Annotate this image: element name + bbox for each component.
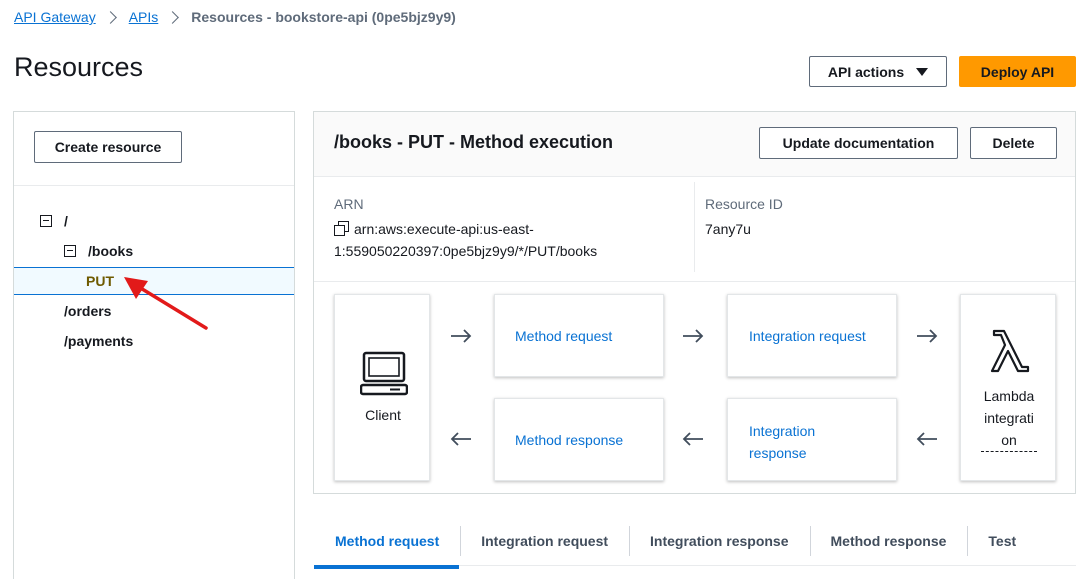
annotation-arrow-icon — [124, 277, 208, 330]
breadcrumb-current: Resources - bookstore-api (0pe5bjz9y9) — [191, 9, 456, 25]
chevron-right-icon — [166, 10, 180, 24]
tree-item-label: /orders — [64, 303, 112, 319]
method-response-card[interactable]: Method response — [494, 398, 664, 481]
caret-down-icon — [916, 67, 929, 76]
deploy-api-button[interactable]: Deploy API — [959, 56, 1076, 87]
client-label: Client — [365, 407, 401, 423]
tab-integration-request[interactable]: Integration request — [460, 523, 629, 559]
arn-value: arn:aws:execute-api:us-east- 1:559050220… — [334, 221, 598, 259]
arrow-left-icon — [450, 432, 471, 446]
copy-icon[interactable] — [334, 221, 349, 236]
arrow-right-icon — [917, 329, 938, 343]
method-response-link[interactable]: Method response — [515, 432, 623, 448]
arn-label: ARN — [334, 196, 364, 212]
divider — [694, 182, 695, 272]
method-tabs: Method request Integration request Integ… — [314, 523, 1037, 569]
collapse-icon[interactable] — [40, 215, 52, 227]
tree-item-label: /books — [88, 243, 134, 259]
method-execution-header: /books - PUT - Method execution Update d… — [314, 112, 1075, 177]
tab-method-response[interactable]: Method response — [809, 523, 968, 559]
update-documentation-button[interactable]: Update documentation — [759, 127, 958, 159]
tree-item-root[interactable]: / — [14, 207, 294, 235]
method-execution-panel: /books - PUT - Method execution Update d… — [313, 111, 1076, 494]
active-tab-indicator — [314, 565, 459, 569]
tab-test[interactable]: Test — [967, 523, 1037, 559]
lambda-icon — [990, 329, 1030, 373]
method-details: ARN arn:aws:execute-api:us-east- 1:55905… — [314, 178, 1075, 282]
arrow-right-icon — [683, 329, 704, 343]
page-title: Resources — [14, 52, 144, 82]
arrow-right-icon — [451, 329, 472, 343]
integration-response-link[interactable]: Integration response — [749, 420, 815, 464]
lambda-integration-label[interactable]: Lambda integrati on — [961, 385, 1057, 452]
resource-id-label: Resource ID — [705, 196, 783, 212]
collapse-icon[interactable] — [64, 245, 76, 257]
api-actions-button[interactable]: API actions — [809, 56, 947, 87]
integration-response-card[interactable]: Integration response — [727, 398, 897, 481]
delete-button[interactable]: Delete — [970, 127, 1057, 159]
integration-request-card[interactable]: Integration request — [727, 294, 897, 377]
client-card: Client — [334, 294, 430, 481]
tab-method-request[interactable]: Method request — [314, 523, 460, 559]
tree-item-books[interactable]: /books — [14, 237, 294, 265]
integration-request-link[interactable]: Integration request — [749, 328, 866, 344]
tab-integration-response[interactable]: Integration response — [629, 523, 809, 559]
laptop-icon — [360, 351, 408, 396]
breadcrumb-apis-link[interactable]: APIs — [129, 9, 159, 25]
create-resource-button[interactable]: Create resource — [34, 131, 182, 163]
lambda-integration-card[interactable]: Lambda integrati on — [960, 294, 1056, 481]
resource-id-value: 7any7u — [705, 221, 751, 237]
arrow-left-icon — [916, 432, 937, 446]
tree-item-label: / — [64, 213, 68, 229]
method-request-card[interactable]: Method request — [494, 294, 664, 377]
chevron-right-icon — [103, 10, 117, 24]
tree-item-label: PUT — [86, 273, 114, 289]
method-request-link[interactable]: Method request — [515, 328, 612, 344]
resource-tree-panel: Create resource / /books PUT /orders /pa… — [13, 111, 295, 579]
breadcrumb-api-gateway-link[interactable]: API Gateway — [14, 9, 96, 25]
resource-tree-header: Create resource — [14, 112, 294, 186]
api-actions-label: API actions — [827, 63, 905, 80]
breadcrumb: API Gateway APIs Resources - bookstore-a… — [14, 7, 456, 27]
method-execution-title: /books - PUT - Method execution — [334, 132, 614, 152]
arrow-left-icon — [682, 432, 703, 446]
